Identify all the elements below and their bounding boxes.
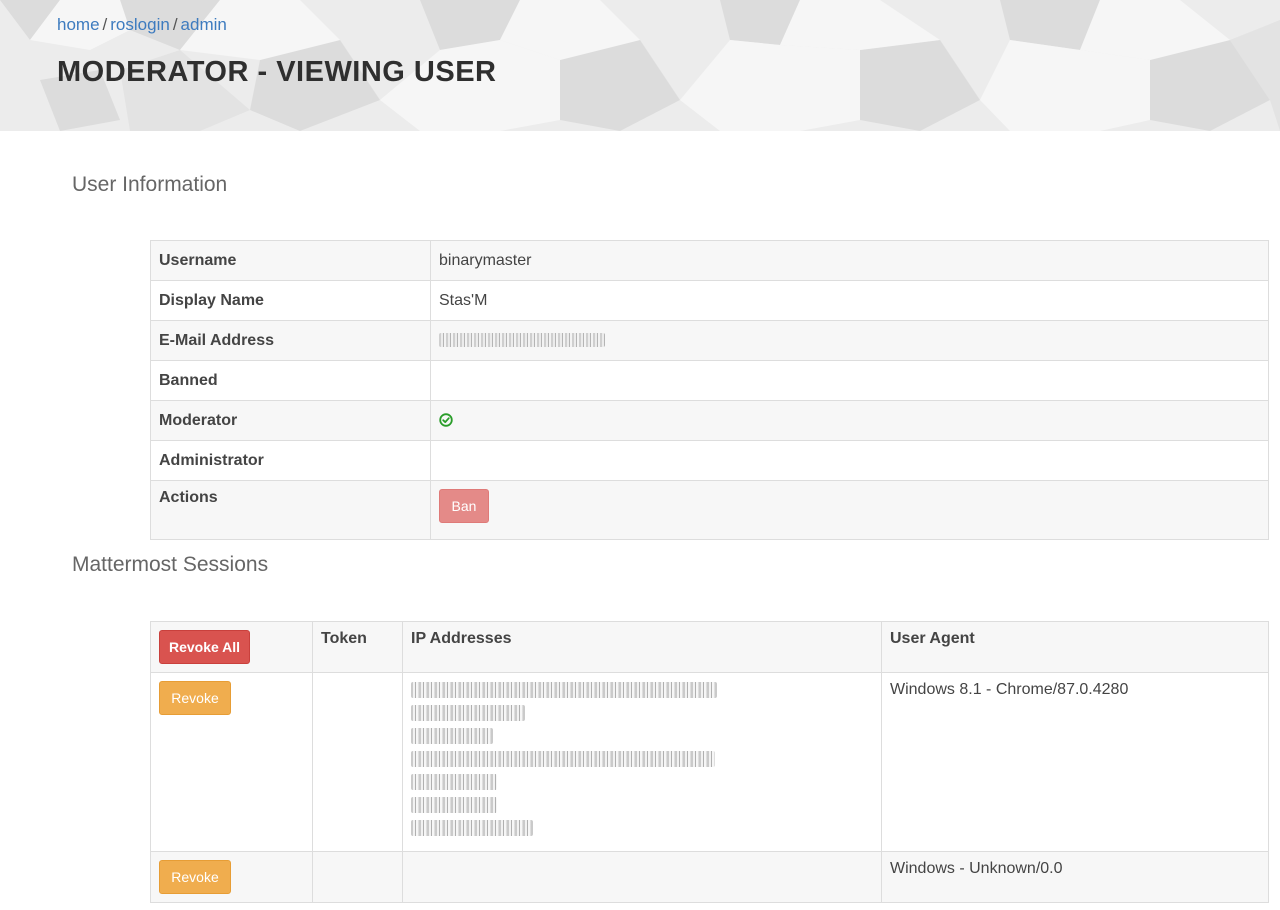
moderator-value — [430, 400, 1269, 441]
table-row: Moderator — [150, 400, 1269, 441]
token-header: Token — [312, 621, 403, 673]
administrator-value — [430, 440, 1269, 481]
display-name-value: Stas'M — [430, 280, 1269, 321]
token-cell — [312, 672, 403, 852]
actions-label: Actions — [150, 480, 431, 540]
table-row: Banned — [150, 360, 1269, 401]
revoke-button[interactable]: Revoke — [159, 681, 231, 715]
redacted-ip — [411, 682, 717, 698]
table-row: Revoke Windows - Unknown/0.0 — [150, 851, 1269, 903]
redacted-ip — [411, 728, 493, 744]
breadcrumb-admin-link[interactable]: admin — [181, 15, 227, 34]
ip-addresses-cell — [402, 851, 882, 903]
mattermost-sessions-heading: Mattermost Sessions — [72, 553, 269, 576]
table-row: Administrator — [150, 440, 1269, 481]
user-agent-cell: Windows 8.1 - Chrome/87.0.4280 — [881, 672, 1269, 852]
revoke-all-header: Revoke All — [150, 621, 313, 673]
token-cell — [312, 851, 403, 903]
user-information-heading: User Information — [72, 173, 228, 196]
page-title: MODERATOR - VIEWING USER — [57, 56, 497, 88]
redacted-ip — [411, 820, 533, 836]
user-information-table: Username binarymaster Display Name Stas'… — [150, 240, 1269, 540]
actions-value: Ban — [430, 480, 1269, 540]
sessions-table: Revoke All Token IP Addresses User Agent… — [150, 621, 1269, 903]
breadcrumb: home / roslogin / admin — [57, 15, 227, 35]
redacted-email — [439, 333, 605, 348]
breadcrumb-roslogin-link[interactable]: roslogin — [110, 15, 170, 34]
email-value — [430, 320, 1269, 361]
redacted-ip — [411, 751, 715, 767]
user-agent-header: User Agent — [881, 621, 1269, 673]
ban-button[interactable]: Ban — [439, 489, 489, 523]
breadcrumb-separator: / — [102, 15, 108, 34]
username-value: binarymaster — [430, 240, 1269, 281]
ip-addresses-header: IP Addresses — [402, 621, 882, 673]
table-row: Revoke Windows 8.1 - Chrome/87.0.4280 — [150, 672, 1269, 852]
table-row: Display Name Stas'M — [150, 280, 1269, 321]
revoke-cell: Revoke — [150, 672, 313, 852]
page-header: home / roslogin / admin MODERATOR - VIEWING … — [0, 0, 1280, 131]
display-name-label: Display Name — [150, 280, 431, 321]
breadcrumb-separator: / — [172, 15, 178, 34]
user-agent-cell: Windows - Unknown/0.0 — [881, 851, 1269, 903]
table-row: E-Mail Address — [150, 320, 1269, 361]
banned-value — [430, 360, 1269, 401]
breadcrumb-home-link[interactable]: home — [57, 15, 100, 34]
redacted-ip — [411, 797, 497, 813]
username-label: Username — [150, 240, 431, 281]
table-header-row: Revoke All Token IP Addresses User Agent — [150, 621, 1269, 673]
redacted-ip — [411, 774, 497, 790]
administrator-label: Administrator — [150, 440, 431, 481]
revoke-all-button[interactable]: Revoke All — [159, 630, 250, 664]
email-label: E-Mail Address — [150, 320, 431, 361]
ip-addresses-cell — [402, 672, 882, 852]
revoke-button[interactable]: Revoke — [159, 860, 231, 894]
redacted-ip — [411, 705, 525, 721]
revoke-cell: Revoke — [150, 851, 313, 903]
moderator-label: Moderator — [150, 400, 431, 441]
check-circle-icon — [439, 413, 453, 427]
banned-label: Banned — [150, 360, 431, 401]
table-row: Actions Ban — [150, 480, 1269, 540]
table-row: Username binarymaster — [150, 240, 1269, 281]
